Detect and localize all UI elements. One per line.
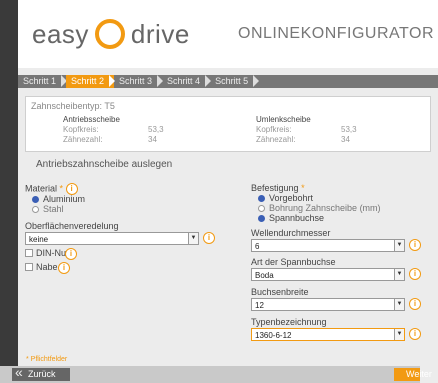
summary-left-kopf: Kopfkreis: 53,3 — [63, 125, 164, 134]
spannbuchse-select[interactable]: Boda ▼ — [251, 268, 405, 281]
radio-stahl[interactable]: Stahl — [32, 204, 64, 214]
typen-label: Typenbezeichnung — [251, 317, 327, 327]
oberflaeche-label: Oberflächenveredelung — [25, 221, 119, 231]
step-4[interactable]: Schritt 4 — [162, 75, 212, 88]
info-icon[interactable]: i — [65, 248, 77, 260]
required-note: * Pflichtfelder — [26, 356, 68, 363]
summary-panel: Zahnscheibentyp: T5 Antriebsscheibe Kopf… — [25, 96, 431, 152]
radio-vorgebohrt[interactable]: Vorgebohrt — [258, 193, 313, 203]
din-nut-checkbox[interactable]: DIN-Nut — [25, 248, 69, 258]
wellen-select[interactable]: 6 ▼ — [251, 239, 405, 252]
summary-title: Zahnscheibentyp: T5 — [31, 101, 115, 111]
summary-right: Umlenkscheibe Kopfkreis: 53,3 Zähnezahl: 3… — [256, 115, 357, 145]
typen-select[interactable]: 1360-6-12 ▼ — [251, 328, 405, 341]
step-3[interactable]: Schritt 3 — [114, 75, 164, 88]
info-icon[interactable]: i — [58, 262, 70, 274]
logo-text-left: easy — [32, 18, 89, 49]
logo-ring-icon — [94, 19, 125, 49]
chevron-down-icon: ▼ — [394, 299, 404, 310]
chevron-down-icon: ▼ — [394, 329, 404, 340]
section-title: Antriebszahnscheibe auslegen — [36, 159, 173, 170]
nabe-checkbox[interactable]: Nabe — [25, 262, 58, 272]
step-1[interactable]: Schritt 1 — [18, 75, 68, 88]
step-2[interactable]: Schritt 2 — [66, 75, 116, 88]
page-title: ONLINEKONFIGURATOR — [238, 25, 434, 42]
info-icon[interactable]: i — [409, 298, 421, 310]
chevron-down-icon: ▼ — [394, 269, 404, 280]
radio-spannbuchse[interactable]: Spannbuchse — [258, 213, 324, 223]
oberflaeche-select[interactable]: keine ▼ — [25, 232, 199, 245]
summary-right-zahn: Zähnezahl: 34 — [256, 135, 350, 144]
radio-aluminium[interactable]: Aluminium — [32, 194, 85, 204]
summary-right-heading: Umlenkscheibe — [256, 115, 311, 124]
info-icon[interactable]: i — [203, 232, 215, 244]
info-icon[interactable]: i — [409, 239, 421, 251]
buchsen-label: Buchsenbreite — [251, 287, 309, 297]
chevron-down-icon: ▼ — [188, 233, 198, 244]
summary-left: Antriebsscheibe Kopfkreis: 53,3 Zähnezahl… — [63, 115, 164, 145]
header: easy drive ONLINEKONFIGURATOR — [18, 0, 438, 68]
befestigung-label: Befestigung * — [251, 183, 305, 193]
summary-left-heading: Antriebsscheibe — [63, 115, 120, 124]
step-5[interactable]: Schritt 5 — [210, 75, 260, 88]
logo: easy drive — [32, 17, 190, 51]
wellen-label: Wellendurchmesser — [251, 228, 331, 238]
chevron-down-icon: ▼ — [394, 240, 404, 251]
logo-text-right: drive — [130, 18, 190, 49]
summary-left-zahn: Zähnezahl: 34 — [63, 135, 157, 144]
info-icon[interactable]: i — [409, 268, 421, 280]
buchsen-select[interactable]: 12 ▼ — [251, 298, 405, 311]
summary-right-kopf: Kopfkreis: 53,3 — [256, 125, 357, 134]
next-button[interactable]: Weiter — [394, 368, 432, 381]
step-navigation: Schritt 1 Schritt 2 Schritt 3 Schritt 4 … — [18, 75, 438, 88]
back-button[interactable]: Zurück — [12, 366, 70, 381]
info-icon[interactable]: i — [409, 328, 421, 340]
configurator-frame: easy drive ONLINEKONFIGURATOR Schritt 1 … — [18, 0, 438, 383]
radio-bohrung[interactable]: Bohrung Zahnscheibe (mm) — [258, 203, 381, 213]
spannbuchse-label: Art der Spannbuchse — [251, 257, 336, 267]
